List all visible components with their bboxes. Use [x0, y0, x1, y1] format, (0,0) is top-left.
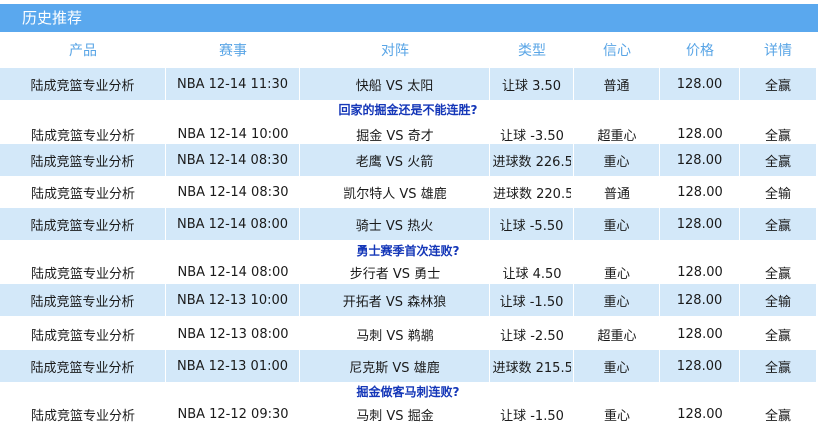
cell-event: NBA 12-14 11:30 — [166, 68, 300, 100]
table-row[interactable]: 陆成竞篮专业分析 NBA 12-13 01:00 尼克斯 VS 雄鹿 进球数 215.… — [0, 350, 816, 382]
match-note-link[interactable]: 回家的掘金还是不能连胜? — [0, 102, 816, 118]
cell-type-text: 让球 -5.50 — [499, 218, 564, 234]
table-row[interactable]: 陆成竞篮专业分析 NBA 12-14 08:30 凯尔特人 VS 雄鹿 进球数 220… — [0, 176, 816, 208]
cell-match: 马刺 VS 鹈鹕 — [356, 328, 434, 344]
cell-detail[interactable]: 全赢 — [740, 68, 816, 100]
header-match: 对阵 — [381, 43, 409, 59]
cell-match: 尼克斯 VS 雄鹿 — [300, 350, 490, 382]
cell-confidence: 重心 — [574, 350, 660, 382]
header-price: 价格 — [686, 43, 714, 59]
table-row[interactable]: 陆成竞篮专业分析 NBA 12-13 10:00 开拓者 VS 森林狼 让球 -1.5… — [0, 284, 816, 316]
cell-price: 128.00 — [677, 184, 723, 200]
cell-detail[interactable]: 全赢 — [740, 398, 816, 430]
cell-product: 陆成竞篮专业分析 — [30, 408, 135, 424]
cell-event: NBA 12-14 08:30 — [166, 144, 300, 176]
cell-type: 让球 -5.50 — [490, 208, 574, 240]
cell-price: 128.00 — [660, 208, 740, 240]
header-event: 赛事 — [219, 43, 247, 59]
cell-type-text: 进球数 226.50 — [492, 154, 571, 170]
table-row[interactable]: 陆成竞篮专业分析 NBA 12-14 11:30 快船 VS 太阳 让球 3.50 普通… — [0, 68, 816, 100]
cell-confidence: 超重心 — [597, 328, 637, 344]
cell-type-text: 进球数 215.50 — [492, 360, 571, 376]
cell-type-text: 让球 4.50 — [502, 266, 562, 282]
cell-confidence: 重心 — [574, 284, 660, 316]
cell-product: 陆成竞篮专业分析 — [30, 328, 135, 344]
cell-detail[interactable]: 全赢 — [740, 318, 816, 350]
header-detail: 详情 — [764, 43, 792, 59]
header-product: 产品 — [69, 43, 97, 59]
header-confidence: 信心 — [603, 43, 631, 59]
panel-title: 历史推荐 — [0, 4, 818, 32]
cell-confidence: 重心 — [574, 208, 660, 240]
table-header: 产品 赛事 对阵 类型 信心 价格 详情 — [0, 34, 816, 66]
cell-match: 凯尔特人 VS 雄鹿 — [343, 186, 447, 202]
cell-match: 马刺 VS 掘金 — [356, 408, 434, 424]
cell-type: 进球数 220.50 — [490, 176, 574, 208]
cell-price: 128.00 — [677, 326, 723, 342]
header-type: 类型 — [518, 43, 546, 59]
cell-confidence: 普通 — [574, 68, 660, 100]
cell-type: 让球 -1.50 — [490, 398, 574, 430]
cell-type: 让球 -2.50 — [490, 318, 574, 350]
cell-match: 快船 VS 太阳 — [300, 68, 490, 100]
cell-detail[interactable]: 全赢 — [740, 350, 816, 382]
cell-match: 骑士 VS 热火 — [300, 208, 490, 240]
table-row[interactable]: 陆成竞篮专业分析 NBA 12-13 08:00 马刺 VS 鹈鹕 让球 -2.50 超… — [0, 318, 816, 350]
cell-price: 128.00 — [660, 284, 740, 316]
cell-type: 进球数 226.50 — [490, 144, 574, 176]
cell-type-text: 让球 -1.50 — [500, 408, 564, 424]
cell-detail[interactable]: 全赢 — [740, 208, 816, 240]
cell-type-text: 让球 -2.50 — [500, 328, 564, 344]
cell-type-text: 让球 -1.50 — [499, 294, 564, 310]
table-row[interactable]: 陆成竞篮专业分析 NBA 12-12 09:30 马刺 VS 掘金 让球 -1.50 重… — [0, 398, 816, 430]
cell-confidence: 普通 — [603, 186, 630, 202]
history-recommend-panel: 历史推荐 产品 赛事 对阵 类型 信心 价格 详情 陆成竞篮专业分析 NBA 12… — [0, 0, 820, 429]
cell-type: 让球 3.50 — [490, 68, 574, 100]
cell-event: NBA 12-13 10:00 — [166, 284, 300, 316]
cell-product: 陆成竞篮专业分析 — [0, 208, 166, 240]
cell-event: NBA 12-13 01:00 — [166, 350, 300, 382]
cell-product: 陆成竞篮专业分析 — [30, 186, 135, 202]
cell-type: 进球数 215.50 — [490, 350, 574, 382]
cell-detail[interactable]: 全输 — [740, 284, 816, 316]
cell-price: 128.00 — [677, 406, 723, 422]
cell-price: 128.00 — [660, 68, 740, 100]
table-row[interactable]: 陆成竞篮专业分析 NBA 12-14 08:00 骑士 VS 热火 让球 -5.50 重… — [0, 208, 816, 240]
cell-confidence: 重心 — [574, 144, 660, 176]
cell-type-text: 让球 -3.50 — [500, 128, 564, 144]
cell-type-text: 进球数 220.50 — [493, 186, 571, 202]
cell-match: 开拓者 VS 森林狼 — [300, 284, 490, 316]
cell-type-text: 让球 3.50 — [501, 78, 562, 94]
table-row[interactable]: 陆成竞篮专业分析NBA 12-14 08:30老鹰 VS 火箭进球数 226.5… — [0, 144, 816, 176]
cell-product: 陆成竞篮专业分析 — [0, 68, 166, 100]
cell-match: 老鹰 VS 火箭 — [300, 144, 490, 176]
cell-event: NBA 12-14 08:00 — [166, 208, 300, 240]
cell-product: 陆成竞篮专业分析 — [0, 284, 166, 316]
cell-price: 128.00 — [660, 350, 740, 382]
cell-product: 陆成竞篮专业分析 — [0, 144, 166, 176]
cell-detail[interactable]: 全赢 — [740, 144, 816, 176]
cell-event: NBA 12-12 09:30 — [177, 406, 289, 422]
cell-event: NBA 12-14 08:30 — [177, 184, 289, 200]
cell-product: 陆成竞篮专业分析 — [0, 350, 166, 382]
cell-price: 128.00 — [660, 144, 740, 176]
cell-type: 让球 -1.50 — [490, 284, 574, 316]
cell-event: NBA 12-13 08:00 — [177, 326, 289, 342]
cell-confidence: 重心 — [603, 408, 630, 424]
cell-detail[interactable]: 全输 — [740, 176, 816, 208]
